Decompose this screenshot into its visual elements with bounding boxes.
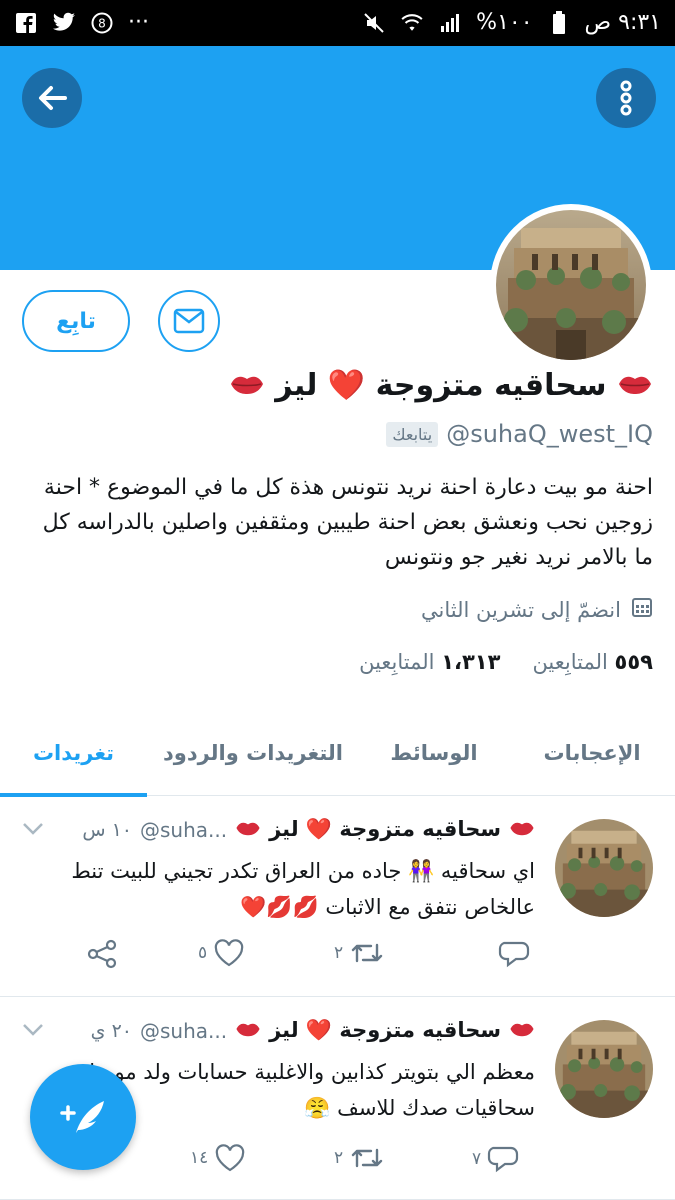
reply-button[interactable]: ٧ bbox=[472, 1144, 519, 1174]
facebook-icon bbox=[14, 11, 38, 35]
svg-text:8: 8 bbox=[98, 16, 106, 30]
clock: ٩:٣١ ص bbox=[584, 10, 661, 35]
profile-tabs: الإعجابات الوسائط التغريدات والردود تغري… bbox=[0, 710, 675, 797]
joined-text: انضمّ إلى تشرين الثاني bbox=[421, 597, 621, 622]
lips-icon bbox=[509, 819, 535, 841]
reply-icon bbox=[498, 941, 530, 968]
lips-icon bbox=[235, 819, 261, 841]
battery-percent: %١٠٠ bbox=[476, 10, 533, 35]
followers-label: المتابِعين bbox=[359, 650, 435, 674]
tweet-menu-chevron[interactable] bbox=[22, 821, 44, 840]
like-button[interactable]: ١٤ bbox=[190, 1144, 246, 1172]
profile-avatar[interactable] bbox=[490, 204, 652, 366]
tweet-text: اي سحاقيه 👭 جاده من العراق تكدر تجيني لل… bbox=[71, 859, 535, 919]
followers-stat[interactable]: ١،٣١٣ المتابِعين bbox=[359, 650, 500, 674]
lips-icon bbox=[617, 369, 653, 404]
profile-handle: @suhaQ_west_IQ bbox=[446, 420, 653, 448]
tweet-time: ٢٠ ي bbox=[90, 1019, 132, 1042]
tweet-avatar[interactable] bbox=[555, 819, 653, 917]
heart-icon bbox=[214, 939, 244, 967]
profile-name-text: سحاقيه متزوجة ❤️ ليز bbox=[275, 368, 607, 403]
back-button[interactable] bbox=[22, 68, 82, 128]
tweet-avatar[interactable] bbox=[555, 1020, 653, 1118]
retweet-count: ٢ bbox=[334, 943, 344, 963]
following-label: المتابِعين bbox=[532, 650, 608, 674]
retweet-count: ٢ bbox=[334, 1148, 344, 1168]
lips-icon bbox=[235, 1020, 261, 1042]
tweet-author-handle: @suha... bbox=[139, 1018, 228, 1043]
chevron-down-icon bbox=[23, 823, 43, 835]
profile-name: سحاقيه متزوجة ❤️ ليز bbox=[229, 368, 653, 404]
mute-icon bbox=[362, 11, 386, 35]
profile-bio: احنة مو بيت دعارة احنة نريد نتونس هذة كل… bbox=[42, 475, 653, 570]
joined-date: انضمّ إلى تشرين الثاني bbox=[421, 596, 653, 623]
follow-button[interactable]: تابِع bbox=[22, 290, 130, 352]
message-button[interactable] bbox=[158, 290, 220, 352]
reply-icon bbox=[488, 1146, 519, 1173]
compose-tweet-button[interactable] bbox=[30, 1064, 136, 1170]
profile-stats: ٥٥٩ المتابِعين ١،٣١٣ المتابِعين bbox=[359, 650, 653, 674]
retweet-button[interactable]: ٢ bbox=[334, 1144, 385, 1172]
compose-feather-icon bbox=[60, 1101, 104, 1133]
tweet-menu-chevron[interactable] bbox=[22, 1022, 44, 1041]
share-button[interactable] bbox=[86, 939, 118, 969]
signal-icon bbox=[438, 11, 462, 35]
envelope-icon bbox=[173, 308, 205, 334]
circle-b-icon: 8 bbox=[90, 11, 114, 35]
tweet-author-handle: @suha... bbox=[139, 817, 228, 842]
share-icon bbox=[87, 939, 117, 969]
chevron-down-icon bbox=[23, 1024, 43, 1036]
calendar-icon bbox=[631, 596, 653, 623]
battery-icon bbox=[547, 10, 571, 35]
overflow-menu-button[interactable] bbox=[596, 68, 656, 128]
arrow-back-icon bbox=[39, 86, 67, 110]
retweet-button[interactable]: ٢ bbox=[334, 939, 385, 967]
tweet-actions: ٢ ٥ bbox=[0, 939, 675, 979]
handle-row: @suhaQ_west_IQ يتابعك bbox=[386, 420, 653, 448]
tab-tweets-replies[interactable]: التغريدات والردود bbox=[147, 710, 359, 796]
tab-likes[interactable]: الإعجابات bbox=[509, 710, 675, 796]
tweet-header: سحاقيه متزوجة ❤️ ليز @suha... ١٠ س bbox=[82, 817, 535, 842]
status-bar: 8 ··· %١٠٠ ٩:٣١ ص bbox=[0, 0, 675, 46]
following-stat[interactable]: ٥٥٩ المتابِعين bbox=[532, 650, 653, 674]
tweet-time: ١٠ س bbox=[82, 818, 132, 841]
lips-icon bbox=[509, 1020, 535, 1042]
like-count: ١٤ bbox=[190, 1148, 209, 1168]
following-count: ٥٥٩ bbox=[614, 650, 653, 674]
lips-icon bbox=[229, 369, 265, 404]
retweet-icon bbox=[351, 943, 383, 963]
vertical-dots-icon bbox=[620, 80, 632, 116]
twitter-icon bbox=[52, 11, 76, 35]
status-left: 8 ··· bbox=[14, 10, 149, 35]
castle-photo-icon bbox=[555, 1020, 653, 1118]
heart-icon bbox=[216, 1144, 245, 1172]
more-notifications: ··· bbox=[128, 10, 149, 35]
like-count: ٥ bbox=[198, 943, 208, 963]
wifi-icon bbox=[400, 11, 424, 35]
tweet-header: سحاقيه متزوجة ❤️ ليز @suha... ٢٠ ي bbox=[91, 1018, 535, 1043]
reply-button[interactable] bbox=[498, 939, 536, 969]
followers-count: ١،٣١٣ bbox=[441, 650, 501, 674]
tab-tweets[interactable]: تغريدات bbox=[0, 710, 147, 797]
castle-photo-icon bbox=[555, 819, 653, 917]
tweet-author-name: سحاقيه متزوجة ❤️ ليز bbox=[269, 817, 501, 841]
retweet-icon bbox=[351, 1148, 383, 1168]
tweet-item[interactable]: سحاقيه متزوجة ❤️ ليز @suha... ١٠ س اي سح… bbox=[0, 797, 675, 997]
tweet-author-name: سحاقيه متزوجة ❤️ ليز bbox=[269, 1018, 501, 1042]
castle-photo-icon bbox=[496, 210, 646, 360]
like-button[interactable]: ٥ bbox=[198, 939, 245, 967]
follows-you-badge: يتابعك bbox=[386, 421, 439, 447]
tab-media[interactable]: الوسائط bbox=[359, 710, 509, 796]
reply-count: ٧ bbox=[472, 1149, 482, 1169]
status-right: %١٠٠ ٩:٣١ ص bbox=[362, 10, 661, 35]
